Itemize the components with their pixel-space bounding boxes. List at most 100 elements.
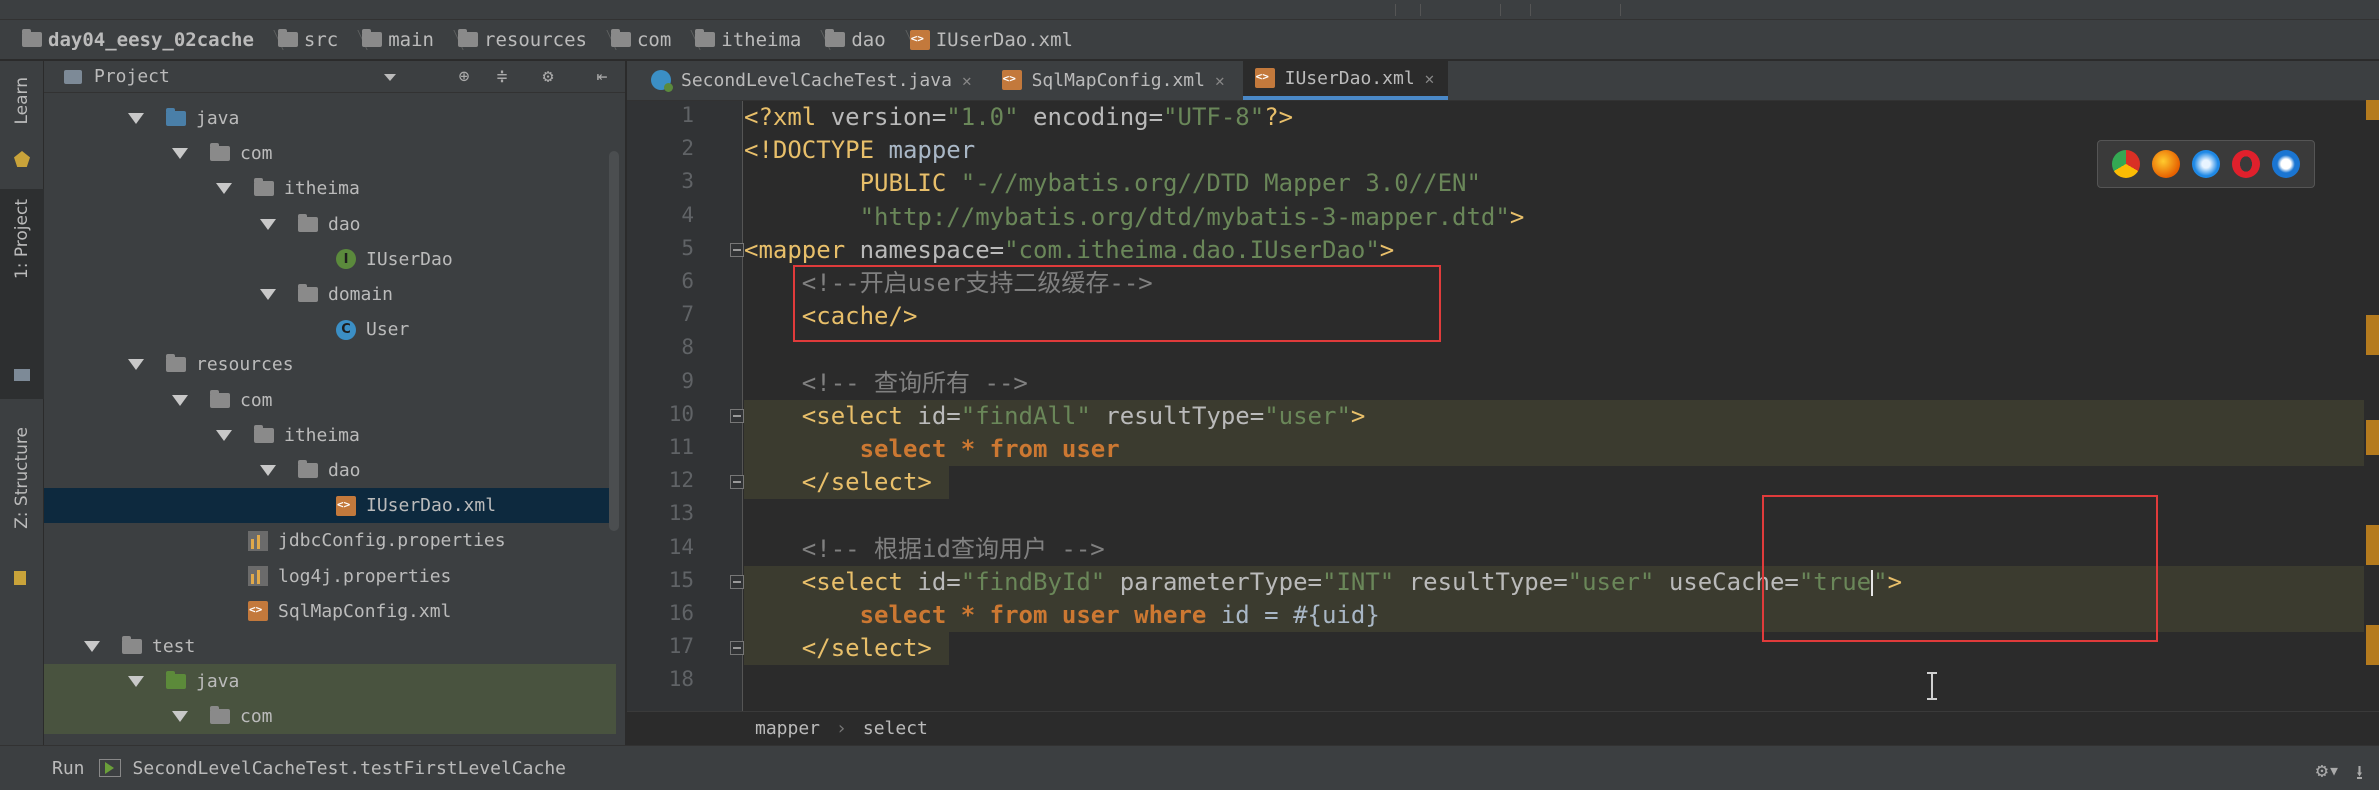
breadcrumb-item[interactable]: src	[277, 20, 362, 60]
project-tab-label: 1: Project	[12, 199, 32, 280]
hide-panel-icon[interactable]: ⇤	[592, 67, 612, 87]
line-number: 2	[681, 136, 694, 161]
breadcrumb-item[interactable]: IUserDao.xml	[909, 20, 1083, 60]
code-token: </select>	[801, 468, 932, 497]
tree-item[interactable]: C User	[44, 312, 616, 347]
code-line[interactable]: <select id="findAll" resultType="user">	[744, 400, 1366, 433]
run-config-name[interactable]: SecondLevelCacheTest.testFirstLevelCache	[133, 758, 566, 779]
code-line[interactable]: select * from user	[744, 433, 1120, 466]
expand-arrow-icon[interactable]	[128, 676, 144, 688]
chrome-icon[interactable]	[2112, 150, 2140, 178]
tree-item[interactable]: com	[44, 699, 616, 735]
code-line[interactable]: <!-- 查询所有 -->	[744, 367, 1028, 400]
tree-item[interactable]: dao	[44, 207, 616, 242]
expand-arrow-icon[interactable]	[84, 641, 100, 652]
scroll-marker[interactable]	[2366, 100, 2379, 120]
breadcrumb-item[interactable]: itheima	[695, 20, 825, 60]
structure-tab-label: Z: Structure	[12, 427, 32, 529]
tree-item[interactable]: itheima	[44, 171, 616, 206]
breadcrumb-label: day04_eesy_02cache	[48, 28, 254, 51]
project-panel-title[interactable]: Project	[94, 66, 170, 87]
expand-arrow-icon[interactable]	[172, 394, 188, 406]
expand-arrow-icon[interactable]	[260, 289, 276, 300]
locate-file-icon[interactable]: ⊕	[454, 67, 474, 87]
fold-marker-icon[interactable]	[730, 641, 744, 656]
editor-tab[interactable]: IUserDao.xml ✕	[1242, 60, 1449, 100]
scroll-marker[interactable]	[2366, 420, 2379, 455]
fold-marker-icon[interactable]	[730, 574, 744, 589]
breadcrumb-item[interactable]: com	[610, 20, 695, 60]
tree-item[interactable]: dao	[44, 453, 616, 488]
fold-marker-icon[interactable]	[730, 242, 744, 257]
expand-arrow-icon[interactable]	[260, 465, 276, 476]
expand-arrow-icon[interactable]	[172, 148, 188, 160]
expand-arrow-icon[interactable]	[216, 429, 232, 441]
tree-item-label: dao	[328, 213, 361, 235]
code-line[interactable]: "http://mybatis.org/dtd/mybatis-3-mapper…	[744, 201, 1525, 234]
code-line[interactable]: <!DOCTYPE mapper	[744, 134, 975, 167]
view-selector-chevron-down-icon[interactable]	[384, 74, 396, 81]
close-tab-icon[interactable]: ✕	[962, 71, 972, 90]
expand-arrow-icon[interactable]	[128, 359, 144, 371]
breadcrumb-item[interactable]: dao	[825, 20, 909, 60]
tree-item[interactable]: resources	[44, 347, 616, 382]
editor-crumb-mapper[interactable]: mapper	[755, 718, 820, 739]
xml-file-icon	[248, 601, 268, 622]
window-top-strip	[0, 0, 2379, 20]
scroll-marker[interactable]	[2366, 625, 2379, 665]
code-line[interactable]: <?xml version="1.0" encoding="UTF-8"?>	[744, 101, 1293, 134]
code-line[interactable]: </select>	[744, 632, 932, 665]
tree-item[interactable]: I IUserDao	[44, 242, 616, 277]
status-download-icon[interactable]: ⭳	[2356, 758, 2363, 790]
tree-item[interactable]: java	[44, 664, 616, 700]
editor-error-stripe[interactable]	[2366, 100, 2379, 700]
collapse-all-icon[interactable]: ≑	[492, 67, 512, 87]
expand-arrow-icon[interactable]	[260, 218, 276, 230]
fold-marker-icon[interactable]	[730, 475, 744, 490]
run-tool-label[interactable]: Run	[52, 758, 85, 779]
learn-tool-tab[interactable]: Learn	[0, 71, 44, 181]
folder-icon	[298, 284, 318, 302]
internet-explorer-icon[interactable]	[2272, 150, 2300, 178]
editor-crumb-select[interactable]: select	[863, 718, 928, 739]
tree-item[interactable]: itheima	[44, 418, 616, 453]
breadcrumb-item[interactable]: main	[362, 20, 458, 60]
opera-icon[interactable]	[2232, 150, 2260, 178]
tree-item[interactable]: com	[44, 136, 616, 171]
settings-gear-icon[interactable]: ⚙	[538, 67, 558, 87]
tree-item[interactable]: domain	[44, 277, 616, 312]
code-line[interactable]: select * from user where id = #{uid}	[744, 599, 1380, 632]
fold-marker-icon[interactable]	[730, 408, 744, 423]
firefox-icon[interactable]	[2152, 150, 2180, 178]
editor-tab[interactable]: SqlMapConfig.xml ✕	[990, 60, 1239, 100]
code-line[interactable]: <!-- 根据id查询用户 -->	[744, 533, 1105, 566]
tree-item[interactable]: IUserDao.xml	[44, 488, 616, 524]
tree-item[interactable]: jdbcConfig.properties	[44, 523, 616, 558]
scroll-marker[interactable]	[2366, 315, 2379, 355]
code-line[interactable]: PUBLIC "-//mybatis.org//DTD Mapper 3.0//…	[744, 167, 1481, 200]
breadcrumb-item[interactable]: day04_eesy_02cache	[22, 20, 278, 60]
code-line[interactable]: <mapper namespace="com.itheima.dao.IUser…	[744, 234, 1394, 267]
code-line[interactable]: </select>	[744, 466, 932, 499]
status-settings-gear-icon[interactable]: ⚙▾	[2316, 758, 2340, 790]
resources-folder-icon	[458, 29, 478, 47]
close-tab-icon[interactable]: ✕	[1215, 71, 1225, 90]
structure-tool-tab[interactable]: Z: Structure	[0, 421, 44, 601]
project-tool-tab[interactable]: 1: Project	[0, 189, 44, 399]
tree-item[interactable]: test	[44, 629, 616, 664]
expand-arrow-icon[interactable]	[172, 711, 188, 723]
safari-icon[interactable]	[2192, 150, 2220, 178]
tree-item[interactable]: SqlMapConfig.xml	[44, 594, 616, 629]
breadcrumb-item[interactable]: resources	[458, 20, 611, 60]
code-line[interactable]: <select id="findById" parameterType="INT…	[744, 566, 1902, 599]
expand-arrow-icon[interactable]	[216, 183, 232, 195]
tree-item[interactable]: log4j.properties	[44, 559, 616, 594]
expand-arrow-icon[interactable]	[128, 113, 144, 124]
close-tab-icon[interactable]: ✕	[1425, 69, 1435, 88]
tree-item[interactable]: com	[44, 383, 616, 418]
scroll-marker[interactable]	[2366, 525, 2379, 565]
editor-tab[interactable]: SecondLevelCacheTest.java ✕	[639, 60, 986, 100]
mouse-ibeam-cursor-icon	[1927, 672, 1937, 700]
project-tree-scrollbar[interactable]	[609, 151, 619, 531]
tree-item[interactable]: java	[44, 101, 616, 136]
